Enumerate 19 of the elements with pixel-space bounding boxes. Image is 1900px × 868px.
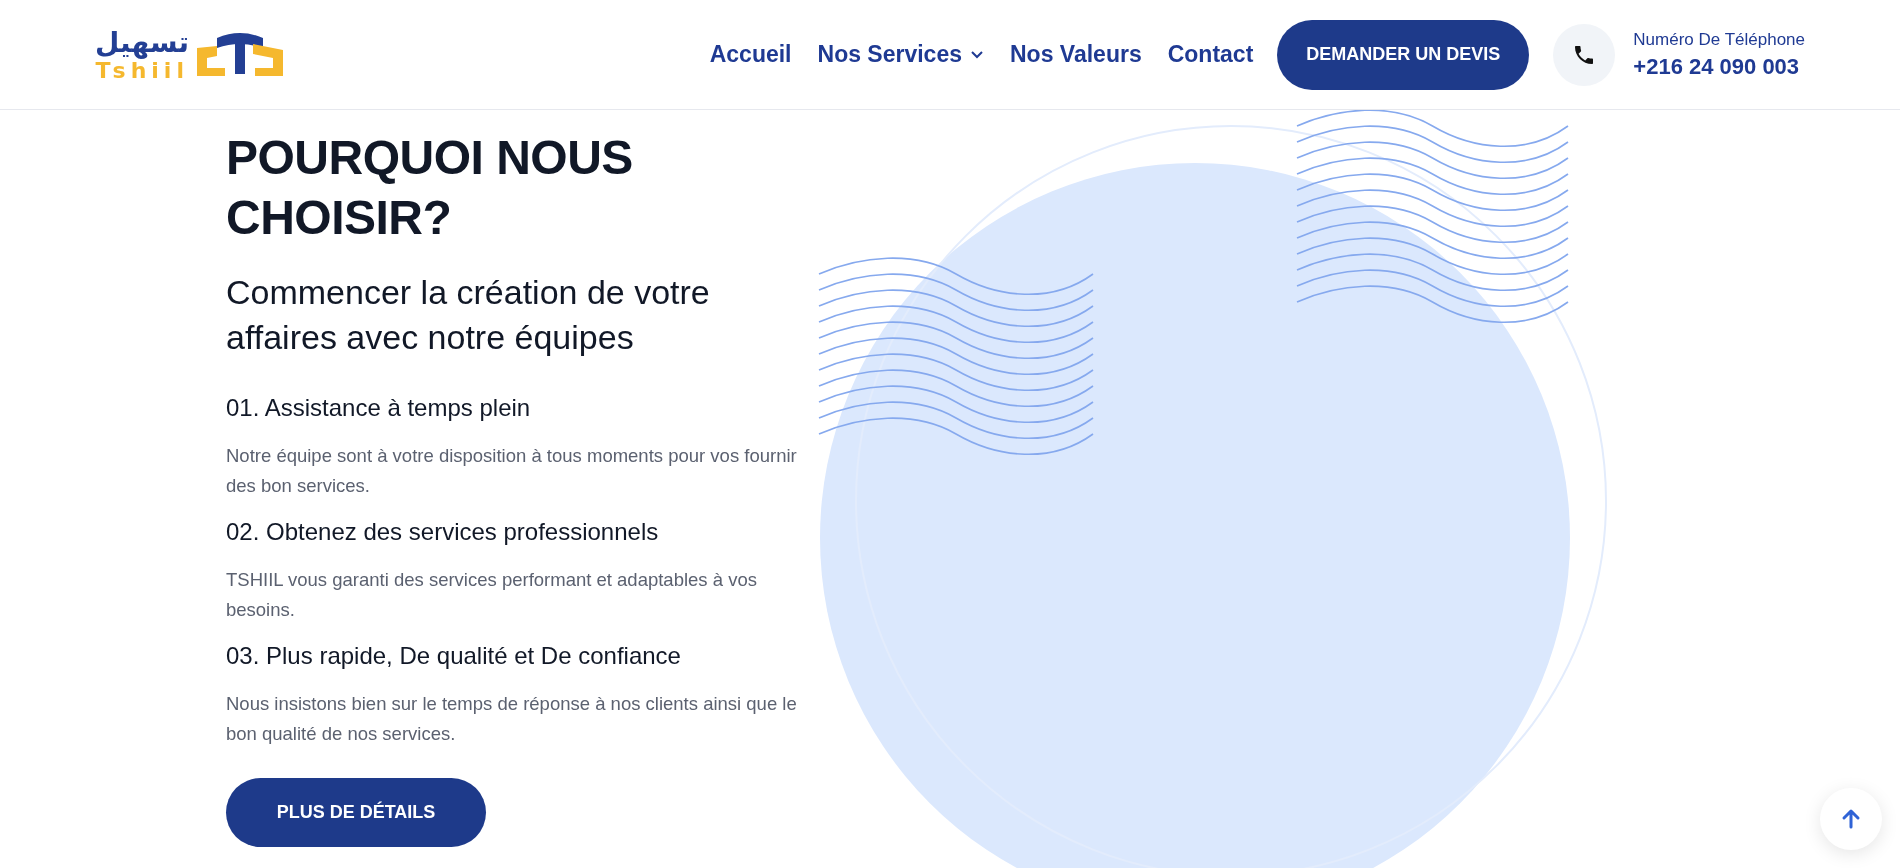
feature-description: TSHIIL vous garanti des services performant et adaptables à vos besoins. <box>226 568 758 622</box>
phone-number: +216 24 090 003 <box>1633 53 1801 80</box>
quote-button[interactable]: DEMANDER UN DEVIS <box>1277 19 1530 90</box>
logo-text: Tshiil <box>95 58 189 83</box>
nav-link[interactable]: Accueil <box>709 41 792 68</box>
phone-label: Numéro De Téléphone <box>1633 29 1805 50</box>
section-title: POURQUOI NOUS CHOISIR? <box>226 130 634 246</box>
feature-description: Nous insistons bien sur le temps de réponse à nos clients ainsi que le bon qualité de nos services. <box>226 692 798 746</box>
nav-link[interactable]: Nos Services <box>817 41 984 68</box>
logo-arabic-text: تسهيل <box>95 26 189 59</box>
feature-title: 01. Assistance à temps plein <box>226 393 532 423</box>
nav-link[interactable]: Contact <box>1167 41 1254 68</box>
feature-title: 03. Plus rapide, De qualité et De confiance <box>226 641 682 671</box>
feature-description: Notre équipe sont à votre disposition à tous moments pour vos fournir des bon services. <box>226 444 798 498</box>
nav-link[interactable]: Nos Valeurs <box>1010 41 1142 68</box>
feature-title: 02. Obtenez des services professionnels <box>226 517 660 547</box>
chevron-down-icon <box>970 49 984 60</box>
section-subtitle: Commencer la création de votre affaires avec notre équipes <box>226 272 711 358</box>
details-button[interactable]: PLUS DE DÉTAILS <box>226 778 486 847</box>
